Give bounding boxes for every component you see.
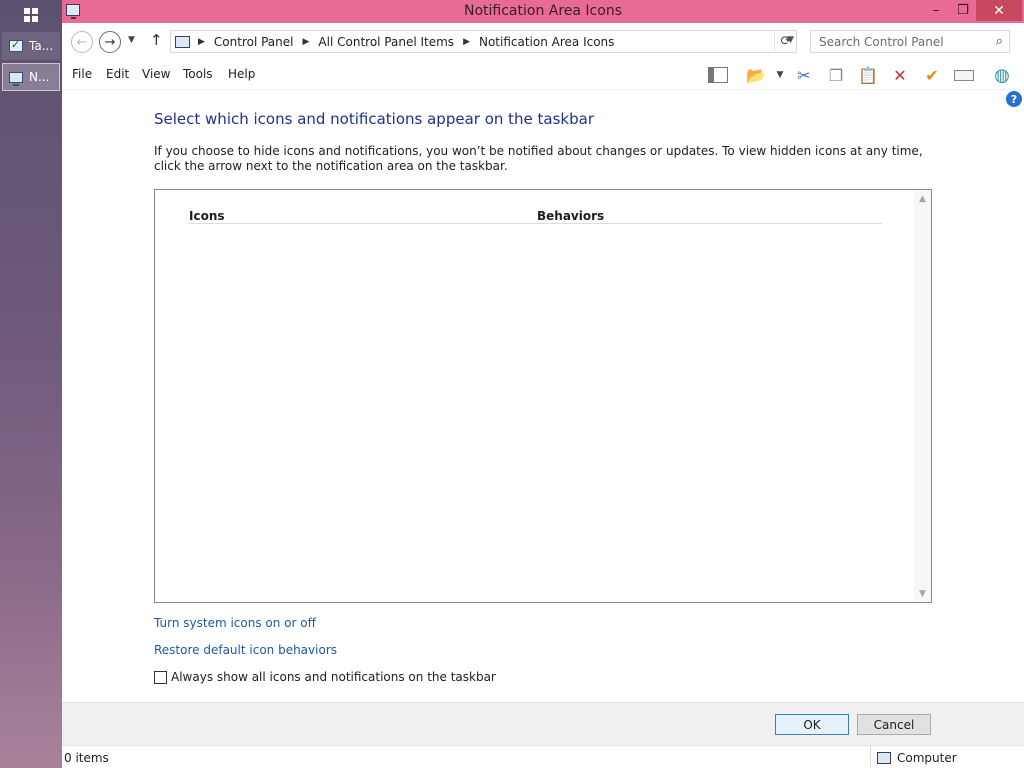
menu-file[interactable]: File bbox=[72, 67, 92, 81]
minimize-button[interactable]: – bbox=[922, 0, 950, 21]
column-header-icons[interactable]: Icons bbox=[189, 209, 225, 223]
turn-system-icons-link[interactable]: Turn system icons on or off bbox=[154, 616, 316, 630]
back-button[interactable]: ← bbox=[71, 31, 93, 53]
menu-view[interactable]: View bbox=[142, 67, 170, 81]
search-input[interactable]: Search Control Panel ⌕ bbox=[810, 30, 1010, 53]
taskbar-item-task-manager[interactable]: Ta... bbox=[2, 32, 60, 60]
item-count: 0 items bbox=[64, 751, 109, 765]
search-placeholder: Search Control Panel bbox=[819, 34, 944, 49]
dialog-footer: OK Cancel bbox=[62, 702, 1024, 745]
title-bar[interactable]: Notification Area Icons – ❐ ✕ bbox=[62, 0, 1024, 23]
start-button[interactable] bbox=[0, 0, 62, 30]
restore-button[interactable]: ❐ bbox=[950, 0, 976, 21]
status-location: Computer bbox=[877, 751, 957, 765]
search-icon[interactable]: ⌕ bbox=[996, 34, 1003, 49]
computer-icon bbox=[877, 752, 891, 764]
checklist-icon bbox=[9, 38, 23, 52]
always-show-option[interactable]: Always show all icons and notifications … bbox=[154, 670, 496, 684]
refresh-button[interactable]: ⟳ bbox=[774, 30, 797, 53]
rename-icon[interactable] bbox=[952, 64, 976, 86]
recent-locations-button[interactable]: ▼ bbox=[128, 35, 135, 45]
window-title: Notification Area Icons bbox=[463, 3, 622, 19]
window: Notification Area Icons – ❐ ✕ ← → ▼ ↑ ▶ … bbox=[62, 0, 1024, 768]
page-title: Select which icons and notifications app… bbox=[154, 110, 594, 128]
chevron-right-icon[interactable]: ▶ bbox=[303, 37, 310, 47]
windows-logo-icon bbox=[24, 8, 38, 22]
always-show-checkbox[interactable] bbox=[154, 670, 167, 684]
delete-icon[interactable]: ✕ bbox=[888, 64, 912, 86]
monitor-icon bbox=[9, 71, 23, 86]
breadcrumb-notification-area-icons[interactable]: Notification Area Icons bbox=[479, 35, 614, 49]
menu-help[interactable]: Help bbox=[228, 67, 255, 81]
column-header-behaviors[interactable]: Behaviors bbox=[537, 209, 604, 223]
folder-options-icon[interactable]: 📂 bbox=[744, 64, 768, 86]
taskbar-item-notification-area[interactable]: N... bbox=[2, 63, 60, 91]
copy-icon[interactable]: ❐ bbox=[824, 64, 848, 86]
computer-icon bbox=[175, 35, 190, 48]
address-field[interactable]: ▶ Control Panel ▶ All Control Panel Item… bbox=[170, 30, 797, 53]
paste-icon[interactable]: 📋 bbox=[856, 64, 880, 86]
chevron-down-icon[interactable]: ▼ bbox=[768, 64, 792, 86]
properties-check-icon[interactable]: ✔ bbox=[920, 64, 944, 86]
ok-button[interactable]: OK bbox=[775, 714, 849, 735]
help-icon[interactable]: ? bbox=[1006, 91, 1022, 107]
taskbar-item-label: Ta... bbox=[29, 39, 54, 53]
breadcrumb-control-panel[interactable]: Control Panel bbox=[214, 35, 294, 49]
scroll-up-icon[interactable]: ▲ bbox=[914, 190, 931, 207]
status-location-label: Computer bbox=[897, 751, 957, 765]
page-description: If you choose to hide icons and notifica… bbox=[154, 144, 923, 173]
restore-defaults-link[interactable]: Restore default icon behaviors bbox=[154, 643, 337, 657]
scroll-down-icon[interactable]: ▼ bbox=[914, 585, 931, 602]
cut-icon[interactable]: ✂ bbox=[792, 64, 816, 86]
globe-icon[interactable]: ◍ bbox=[990, 64, 1014, 86]
main-content: ? Select which icons and notifications a… bbox=[62, 90, 1024, 702]
always-show-label: Always show all icons and notifications … bbox=[171, 670, 496, 684]
cancel-button[interactable]: Cancel bbox=[857, 714, 931, 735]
preview-pane-icon[interactable] bbox=[706, 64, 730, 86]
up-button[interactable]: ↑ bbox=[150, 31, 163, 49]
taskbar: Ta... N... bbox=[0, 0, 62, 768]
breadcrumb-all-items[interactable]: All Control Panel Items bbox=[318, 35, 454, 49]
address-bar: ← → ▼ ↑ ▶ Control Panel ▶ All Control Pa… bbox=[62, 23, 1024, 60]
header-divider bbox=[188, 223, 882, 224]
menu-bar: File Edit View Tools Help 📂 ▼ ✂ ❐ 📋 ✕ ✔ … bbox=[62, 60, 1024, 90]
menu-tools[interactable]: Tools bbox=[183, 67, 213, 81]
vertical-scrollbar[interactable]: ▲ ▼ bbox=[914, 190, 931, 602]
icons-list[interactable]: Icons Behaviors ▲ ▼ bbox=[154, 189, 932, 603]
status-divider bbox=[870, 746, 871, 768]
status-bar: 0 items Computer bbox=[62, 745, 1024, 768]
forward-button[interactable]: → bbox=[99, 31, 121, 53]
taskbar-item-label: N... bbox=[29, 70, 50, 84]
close-button[interactable]: ✕ bbox=[976, 0, 1022, 21]
chevron-right-icon[interactable]: ▶ bbox=[463, 37, 470, 47]
menu-edit[interactable]: Edit bbox=[106, 67, 129, 81]
chevron-right-icon[interactable]: ▶ bbox=[198, 37, 205, 47]
